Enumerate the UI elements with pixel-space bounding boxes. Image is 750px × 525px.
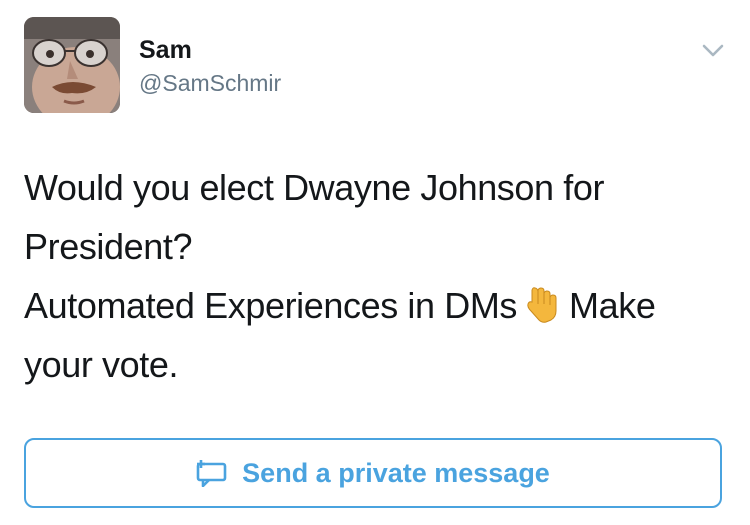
direct-message-icon [196, 459, 228, 488]
tweet-card: Sam @SamSchmir Would you elect Dwayne Jo… [0, 0, 750, 525]
send-private-message-button[interactable]: Send a private message [24, 438, 722, 508]
backhand-index-pointing-down-icon [523, 282, 563, 323]
avatar-image [24, 17, 120, 113]
tweet-text-line: Would you elect Dwayne Johnson for Presi… [24, 167, 605, 267]
display-name[interactable]: Sam [139, 36, 192, 64]
chevron-down-icon[interactable] [698, 38, 728, 64]
tweet-text-line: Automated Experiences in DMs Make your v… [24, 276, 724, 394]
tweet-text: Would you elect Dwayne Johnson for Presi… [24, 158, 724, 394]
avatar[interactable] [24, 17, 120, 113]
send-private-message-label: Send a private message [242, 457, 550, 488]
user-handle[interactable]: @SamSchmir [139, 70, 281, 96]
tweet-text-segment: Automated Experiences in DMs [24, 285, 518, 326]
